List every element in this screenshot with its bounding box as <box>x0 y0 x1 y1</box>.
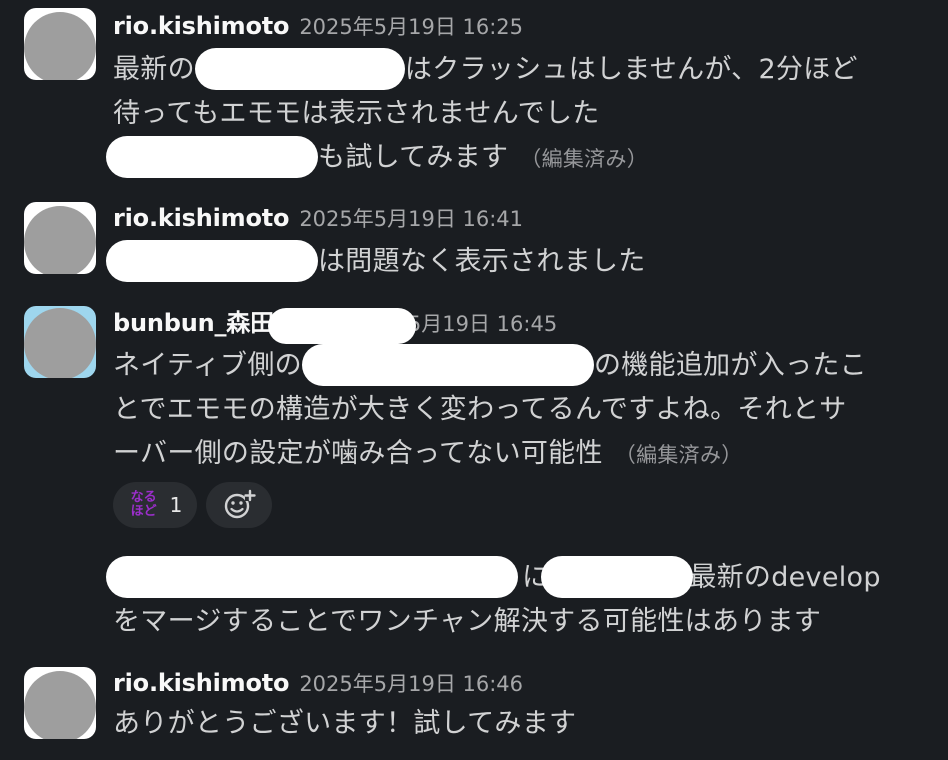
redacted-text <box>106 135 318 178</box>
message-line: 最新の はクラッシュはしませんが、2分ほど <box>113 47 858 92</box>
username[interactable]: bunbun_森田 <box>113 309 274 337</box>
naruhodo-emoji-icon: なる ほど <box>130 490 157 519</box>
username[interactable]: rio.kishimoto <box>113 12 290 40</box>
text: ありがとうございます！試してみます <box>113 708 577 739</box>
reaction-count: 1 <box>169 493 183 517</box>
timestamp[interactable]: 2025年5月19日 16:41 <box>299 207 523 231</box>
add-reaction-button[interactable] <box>206 482 272 528</box>
message-header: rio.kishimoto 2025年5月19日 16:25 <box>113 8 523 44</box>
redacted-text <box>106 239 318 282</box>
text: とでエモモの構造が大きく変わってるんですよね。それとサ <box>113 394 847 425</box>
text: は問題なく表示されました <box>318 246 646 277</box>
text: ネイティブ側の <box>113 350 302 381</box>
message-line: をマージすることでワンチャン解決する可能性はあります <box>113 600 821 644</box>
avatar[interactable] <box>24 202 96 274</box>
text: 最新の <box>113 54 195 85</box>
add-reaction-icon <box>224 489 256 519</box>
redacted-text <box>267 307 416 344</box>
avatar[interactable] <box>24 306 96 378</box>
redacted-text <box>194 47 405 90</box>
avatar[interactable] <box>24 8 96 80</box>
message-line: ありがとうございます！試してみます <box>113 702 576 746</box>
text: の機能追加が入ったこ <box>593 350 867 381</box>
reaction-naruhodo[interactable]: なる ほど 1 <box>113 482 197 528</box>
avatar[interactable] <box>24 667 96 739</box>
text: はクラッシュはしませんが、2分ほど <box>404 54 858 85</box>
redacted-text <box>541 555 694 598</box>
username[interactable]: rio.kishimoto <box>113 204 290 232</box>
message-line: とでエモモの構造が大きく変わってるんですよね。それとサ <box>113 388 847 432</box>
redacted-text <box>106 555 518 598</box>
message-line: ネイティブ側の の機能追加が入ったこ <box>113 343 867 388</box>
timestamp[interactable]: 2025年5月19日 16:46 <box>299 672 523 696</box>
message-line: は問題なく表示されました <box>106 239 646 284</box>
message-header: rio.kishimoto 2025年5月19日 16:46 <box>113 665 523 701</box>
edited-label: （編集済み） <box>520 147 649 171</box>
text: ーバー側の設定が噛み合ってない可能性 <box>113 438 603 469</box>
edited-label: （編集済み） <box>614 443 743 467</box>
message-line: ーバー側の設定が噛み合ってない可能性 （編集済み） <box>113 432 743 476</box>
timestamp[interactable]: 5月19日 16:45 <box>408 312 557 336</box>
message-header: bunbun_森田 5月19日 16:45 <box>113 305 557 344</box>
text: 最新のdevelop <box>689 562 881 593</box>
redacted-text <box>301 343 594 386</box>
message-line: に最新のdevelop <box>106 555 881 600</box>
timestamp[interactable]: 2025年5月19日 16:25 <box>299 15 523 39</box>
text: 待ってもエモモは表示されませんでした <box>113 98 600 129</box>
message-header: rio.kishimoto 2025年5月19日 16:41 <box>113 200 523 236</box>
username[interactable]: rio.kishimoto <box>113 669 290 697</box>
text: も試してみます <box>318 142 509 173</box>
message-line: 待ってもエモモは表示されませんでした <box>113 92 600 136</box>
text: をマージすることでワンチャン解決する可能性はあります <box>113 606 822 637</box>
message-line: も試してみます （編集済み） <box>106 135 649 180</box>
